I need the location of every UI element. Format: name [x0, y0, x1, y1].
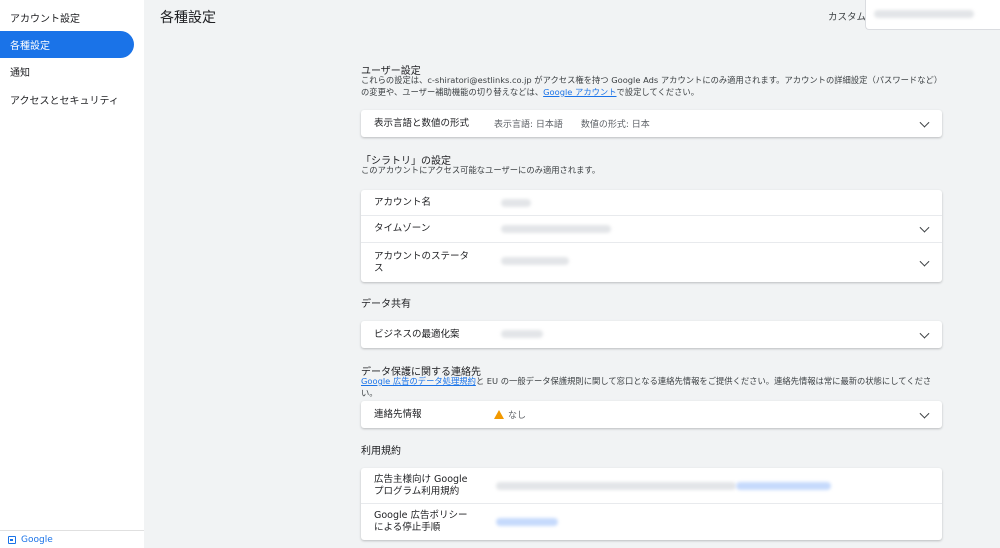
redacted-value — [501, 330, 543, 338]
terms-card: 広告主様向け Google プログラム利用規約 Google 広告ポリシーによる… — [361, 468, 942, 540]
account-card: アカウント名 タイムゾーン アカウントのステータス — [361, 190, 942, 282]
chevron-down-icon[interactable] — [919, 328, 930, 339]
account-status-row[interactable]: アカウントのステータス — [361, 243, 942, 282]
language-card: 表示言語と数値の形式 表示言語: 日本語 数値の形式: 日本 — [361, 110, 942, 137]
redacted-value — [874, 10, 974, 18]
contact-card: 連絡先情報 なし — [361, 401, 942, 428]
redacted-value — [501, 257, 569, 265]
business-optimization-row[interactable]: ビジネスの最適化案 — [361, 321, 942, 348]
data-protection-desc: Google 広告のデータ処理規約と EU の一般データ保護規則に関して窓口とな… — [361, 375, 943, 399]
redacted-value — [496, 482, 736, 490]
business-optimization-label: ビジネスの最適化案 — [374, 328, 460, 340]
number-format: 数値の形式: 日本 — [580, 120, 650, 130]
redacted-link[interactable] — [736, 482, 831, 490]
data-sharing-title: データ共有 — [361, 299, 411, 310]
redacted-link[interactable] — [496, 518, 558, 526]
user-settings-desc-suffix: で設定してください。 — [616, 87, 699, 97]
language-row-label: 表示言語と数値の形式 — [374, 117, 470, 129]
policy-suspension-label: Google 広告ポリシーによる停止手順 — [374, 510, 468, 533]
chevron-down-icon[interactable] — [919, 222, 930, 233]
google-icon — [8, 535, 16, 544]
terms-title: 利用規約 — [361, 446, 401, 457]
program-terms-row[interactable]: 広告主様向け Google プログラム利用規約 — [361, 468, 942, 504]
sidebar-footer[interactable]: Google — [0, 530, 144, 548]
sidebar-item-preferences[interactable]: 各種設定 — [0, 31, 134, 58]
warning-icon — [494, 410, 504, 419]
account-name-label: アカウント名 — [374, 196, 432, 208]
policy-suspension-row[interactable]: Google 広告ポリシーによる停止手順 — [361, 504, 942, 540]
display-language: 表示言語: 日本語 — [494, 120, 563, 130]
contact-info-none: なし — [508, 411, 527, 421]
contact-info-row[interactable]: 連絡先情報 なし — [361, 401, 942, 428]
data-processing-terms-link[interactable]: Google 広告のデータ処理規約 — [361, 376, 476, 386]
timezone-row[interactable]: タイムゾーン — [361, 216, 942, 243]
contact-info-label: 連絡先情報 — [374, 408, 422, 420]
account-status-label: アカウントのステータス — [374, 250, 470, 274]
user-settings-desc: これらの設定は、c-shiratori@estlinks.co.jp がアクセス… — [361, 74, 943, 98]
sidebar-item-notifications[interactable]: 通知 — [0, 58, 134, 85]
language-row[interactable]: 表示言語と数値の形式 表示言語: 日本語 数値の形式: 日本 — [361, 110, 942, 137]
language-row-value: 表示言語: 日本語 数値の形式: 日本 — [494, 117, 650, 130]
page-title: 各種設定 — [160, 10, 216, 26]
account-settings-desc: このアカウントにアクセス可能なユーザーにのみ適用されます。 — [361, 165, 601, 175]
redacted-value — [501, 225, 611, 233]
account-name-row[interactable]: アカウント名 — [361, 190, 942, 216]
chevron-down-icon[interactable] — [919, 256, 930, 267]
data-sharing-card: ビジネスの最適化案 — [361, 321, 942, 348]
custom-label: カスタム — [828, 12, 867, 23]
sidebar-item-access-security[interactable]: アクセスとセキュリティ — [0, 86, 134, 113]
sidebar-footer-label: Google — [21, 534, 53, 545]
chevron-down-icon[interactable] — [919, 408, 930, 419]
timezone-label: タイムゾーン — [374, 223, 431, 234]
sidebar-item-account-settings[interactable]: アカウント設定 — [0, 4, 134, 31]
redacted-value — [501, 199, 531, 207]
google-account-link[interactable]: Google アカウント — [543, 87, 616, 97]
sidebar: アカウント設定 各種設定 通知 アクセスとセキュリティ Google — [0, 0, 144, 548]
custom-dropdown[interactable] — [865, 0, 1000, 30]
chevron-down-icon[interactable] — [919, 117, 930, 128]
contact-info-value: なし — [494, 408, 526, 421]
contact-info-status: なし — [494, 408, 526, 421]
program-terms-label: 広告主様向け Google プログラム利用規約 — [374, 473, 468, 497]
